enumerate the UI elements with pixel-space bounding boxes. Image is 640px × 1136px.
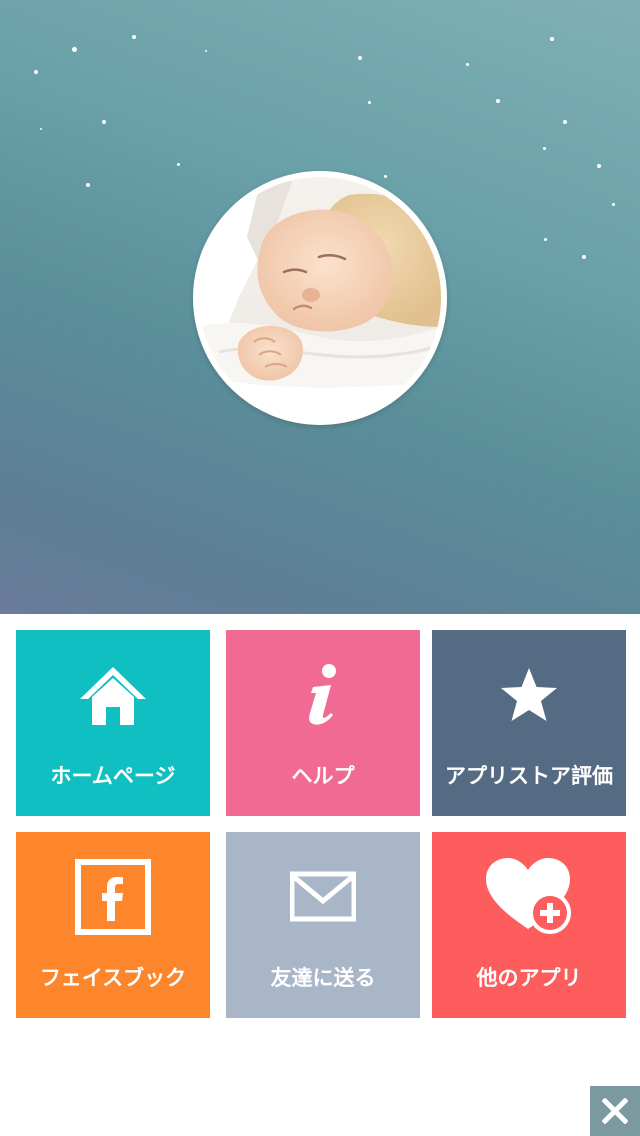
help-button[interactable]: ヘルプ	[226, 630, 420, 816]
heart-plus-icon	[432, 852, 626, 942]
more-apps-label: 他のアプリ	[476, 966, 582, 990]
facebook-button[interactable]: フェイスブック	[16, 832, 210, 1018]
star-decoration	[86, 183, 90, 187]
star-decoration	[466, 63, 469, 66]
star-decoration	[102, 120, 106, 124]
star-decoration	[72, 47, 77, 52]
star-decoration	[543, 147, 546, 150]
star-decoration	[496, 99, 500, 103]
baby-photo	[199, 177, 441, 419]
star-decoration	[358, 56, 362, 60]
share-label: 友達に送る	[270, 966, 376, 990]
rate-app-label: アプリストア評価	[445, 764, 613, 788]
close-button[interactable]	[590, 1086, 640, 1136]
homepage-label: ホームページ	[50, 764, 176, 788]
star-decoration	[368, 101, 371, 104]
star-icon	[432, 650, 626, 740]
star-decoration	[132, 35, 136, 39]
star-decoration	[612, 203, 615, 206]
homepage-button[interactable]: ホームページ	[16, 630, 210, 816]
star-decoration	[544, 238, 547, 241]
info-icon	[226, 650, 420, 740]
star-decoration	[582, 255, 586, 259]
star-decoration	[550, 37, 554, 41]
avatar-frame	[193, 171, 447, 425]
star-decoration	[597, 164, 601, 168]
app-screen: ホームページ ヘルプ アプリストア評価 フェイスブック 友達に送る 他のアプリ	[0, 0, 640, 1136]
more-apps-button[interactable]: 他のアプリ	[432, 832, 626, 1018]
baby-illustration	[199, 177, 441, 419]
close-icon	[602, 1098, 628, 1124]
home-icon	[16, 650, 210, 740]
star-decoration	[34, 70, 38, 74]
help-label: ヘルプ	[291, 764, 355, 788]
rate-app-button[interactable]: アプリストア評価	[432, 630, 626, 816]
share-with-friend-button[interactable]: 友達に送る	[226, 832, 420, 1018]
facebook-icon	[16, 852, 210, 942]
star-decoration	[40, 128, 42, 130]
facebook-label: フェイスブック	[39, 966, 187, 990]
star-decoration	[384, 175, 387, 178]
mail-icon	[226, 852, 420, 942]
star-decoration	[177, 163, 180, 166]
star-decoration	[205, 50, 207, 52]
hero-banner	[0, 0, 640, 614]
star-decoration	[563, 120, 567, 124]
